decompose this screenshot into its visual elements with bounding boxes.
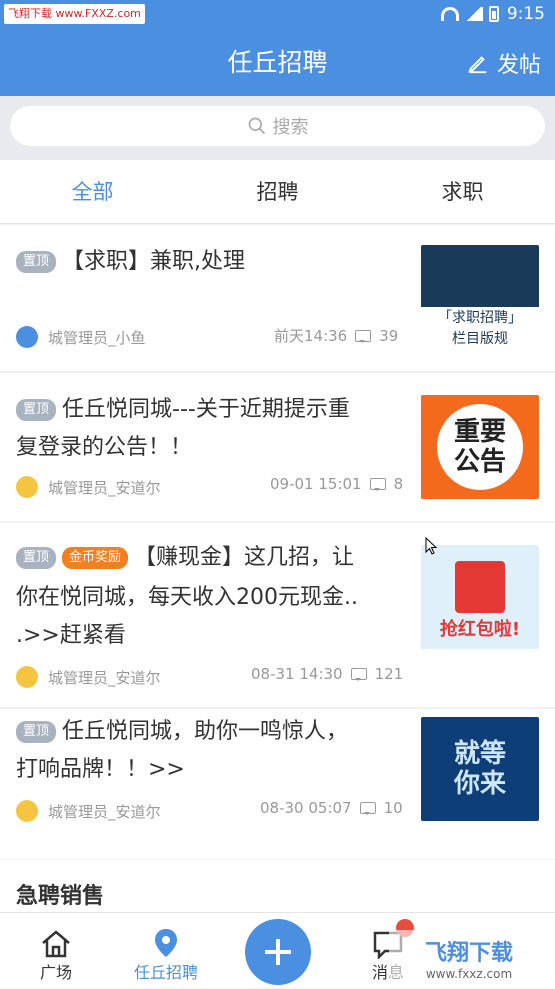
post-title: 置顶 金币奖励 【赚现金】这几招，让 [16,539,354,577]
battery-icon [488,6,499,22]
thumb-caption-1: 就等 [453,739,506,769]
watermark-url: www.fxxz.com [425,967,513,981]
list-item[interactable]: 置顶 任丘悦同城---关于近期提示重 复登录的公告！！ 城管理员_安道尔 09-0… [0,373,555,521]
post-stats: 09-01 15:01 8 [270,475,403,493]
avatar [16,326,38,348]
nav-label: 广场 [39,963,72,982]
comment-count: 39 [379,326,399,345]
tab-jobseek[interactable]: 求职 [370,160,555,223]
post-thumbnail: 「求职招聘」 栏目版规 [421,245,539,353]
location-icon [155,929,177,957]
post-title-line3: .>>赶紧看 [16,623,126,648]
list-item[interactable]: 置顶 任丘悦同城，助你一鸣惊人， 打响品牌！！>> 城管理员_安道尔 08-30 … [0,709,555,859]
post-title-line2: 打响品牌！！>> [16,757,185,782]
thumb-caption-1: 「求职招聘」 [438,310,522,326]
comment-count: 121 [374,665,404,683]
comment-icon [350,668,367,681]
post-title-text: 任丘悦同城，助你一鸣惊人， [62,719,349,744]
avatar [16,800,38,822]
list-item[interactable]: 置顶 金币奖励 【赚现金】这几招，让 你在悦同城，每天收入200元现金.. .>>赶… [0,523,555,707]
thumb-caption-2: 栏目版规 [452,331,508,347]
post-title-line2: 你在悦同城，每天收入200元现金.. [16,585,358,610]
post-title: 置顶 【求职】兼职,处理 [16,243,245,281]
post-author: 城管理员_安道尔 [48,478,161,497]
watermark-badge: 飞翔下载 www.FXXZ.com [4,4,145,24]
post-time: 08-30 05:07 [260,799,352,817]
post-thumbnail: 抢红包啦! [421,545,539,649]
nav-plaza[interactable]: 广场 [34,913,78,989]
comment-count: 10 [383,799,403,817]
post-title-text: 任丘悦同城---关于近期提示重 [62,397,350,422]
thumb-image [421,245,539,307]
comment-icon [359,802,376,815]
add-post-button[interactable] [245,919,311,985]
search-input[interactable]: 搜索 [10,106,545,146]
signal-icon [464,7,483,21]
post-author: 城管理员_小鱼 [48,328,146,347]
post-stats: 08-31 14:30 121 [251,665,403,683]
pinned-badge: 置顶 [16,251,57,273]
post-meta: 城管理员_安道尔 [16,799,161,823]
mouse-cursor-icon [425,537,437,555]
avatar [16,476,38,498]
post-meta: 城管理员_小鱼 [16,325,146,349]
post-time: 09-01 15:01 [270,475,362,493]
thumb-caption-1: 抢红包啦! [439,619,521,640]
post-time: 08-31 14:30 [251,665,343,683]
post-title: 置顶 任丘悦同城---关于近期提示重 [16,391,350,429]
post-title-text: 急聘销售 [16,884,105,909]
list-item[interactable]: 置顶 【求职】兼职,处理 城管理员_小鱼 前天14:36 39 「求职招聘」 栏目… [0,225,555,371]
post-meta: 城管理员_安道尔 [16,475,161,499]
thumb-caption-1: 重要 [453,417,506,447]
wifi-icon [440,7,459,21]
status-time: 9:15 [506,4,545,24]
watermark-logo: 飞翔下载 www.fxxz.com [389,930,549,986]
status-icons [440,6,499,22]
search-bar-container: 搜索 [0,96,555,160]
tab-all[interactable]: 全部 [0,160,185,223]
tab-recruit[interactable]: 招聘 [185,160,370,223]
post-title-line2: 复登录的公告！！ [16,435,193,460]
thumb-image [455,561,505,613]
post-stats: 08-30 05:07 10 [260,799,403,817]
thumb-caption-2: 你来 [453,769,506,799]
post-meta: 城管理员_安道尔 [16,665,161,689]
comment-icon [355,329,372,343]
category-tabs: 全部 招聘 求职 [0,160,555,224]
pinned-badge: 置顶 [16,547,57,569]
list-item-partial[interactable]: 急聘销售 [0,860,555,912]
post-thumbnail: 就等 你来 [421,717,539,821]
post-thumbnail: 重要 公告 [421,395,539,499]
pinned-badge: 置顶 [16,721,57,743]
pinned-badge: 置顶 [16,399,57,421]
post-author: 城管理员_安道尔 [48,668,161,687]
nav-recruit[interactable]: 任丘招聘 [128,913,204,989]
post-button[interactable]: 发帖 [467,30,541,96]
plus-icon [265,939,291,965]
status-bar: 飞翔下载 www.FXXZ.com 9:15 [0,0,555,30]
post-title-text: 【求职】兼职,处理 [62,249,246,274]
comment-icon [369,478,386,491]
status-right: 9:15 [440,4,545,24]
coin-reward-badge: 金币奖励 [62,547,129,569]
search-placeholder: 搜索 [272,117,309,138]
home-icon [42,930,70,958]
app-header: 任丘招聘 发帖 [0,30,555,96]
post-time: 前天14:36 [274,327,348,345]
search-icon [248,117,265,135]
nav-label: 任丘招聘 [133,963,198,982]
pencil-icon [468,56,487,74]
thumb-caption-2: 公告 [453,447,506,477]
post-title: 置顶 任丘悦同城，助你一鸣惊人， [16,713,348,751]
post-label: 发帖 [496,53,541,78]
avatar [16,666,38,688]
thumb-image: 重要 公告 [437,404,523,490]
post-stats: 前天14:36 39 [274,325,398,346]
comment-count: 8 [393,475,404,493]
post-author: 城管理员_安道尔 [48,802,161,821]
post-title-text: 【赚现金】这几招，让 [134,545,355,570]
watermark-text: 飞翔下载 [424,941,513,966]
